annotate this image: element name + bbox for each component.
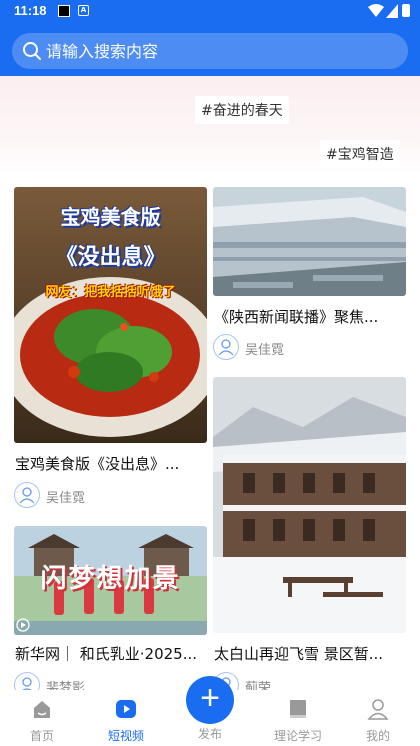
wifi-icon — [368, 4, 384, 17]
app-notification-icon: A — [78, 5, 89, 16]
topic-tag[interactable]: #宝鸡智造 — [320, 140, 400, 168]
video-card[interactable]: 宝鸡美食版 《没出息》 网友：把我括括听饿了 宝鸡美食版《没出息》... 吴佳霓 — [14, 187, 207, 517]
card-title: 新华网｜ 和氏乳业·2025... — [15, 645, 198, 663]
book-icon — [290, 700, 306, 718]
video-card[interactable]: 太白山再迎飞雪 景区暂... 蓟荣 — [213, 377, 406, 698]
overlay-title: 宝鸡美食版 — [60, 205, 161, 229]
signal-icon — [386, 4, 398, 18]
publish-button[interactable]: + — [186, 676, 234, 724]
avatar-icon — [14, 482, 40, 508]
overlay-text: 闪梦想加景 — [40, 564, 181, 594]
status-bar: 11:18 A — [0, 0, 420, 24]
nav-item-video[interactable]: 短视频 — [91, 698, 161, 744]
plus-icon: + — [200, 679, 220, 717]
video-card[interactable]: 《陕西新闻联播》聚焦... 吴佳霓 — [213, 187, 406, 367]
overlay-caption: 网友：把我括括听饿了 — [45, 285, 176, 300]
card-title: 《陕西新闻联播》聚焦... — [214, 308, 379, 326]
card-title: 太白山再迎飞雪 景区暂... — [214, 645, 384, 663]
search-input[interactable] — [46, 33, 396, 69]
nav-label: 短视频 — [107, 729, 144, 743]
overlay-subtitle: 《没出息》 — [55, 245, 166, 270]
dancers-image: 闪梦想加景 — [14, 526, 207, 635]
home-icon — [34, 701, 50, 718]
user-icon — [367, 699, 389, 720]
nav-label: 我的 — [365, 729, 390, 743]
factory-aerial-image — [213, 187, 406, 296]
publish-label: 发布 — [197, 727, 222, 741]
author-name: 吴佳霓 — [245, 343, 285, 358]
snow-building-image — [213, 377, 406, 633]
topic-banner: #奋进的春天 #宝鸡智造 — [0, 76, 420, 180]
notification-icon — [58, 5, 70, 17]
nav-item-study[interactable]: 理论学习 — [263, 698, 333, 744]
food-bowl-image: 宝鸡美食版 《没出息》 网友：把我括括听饿了 — [14, 187, 207, 443]
card-author[interactable]: 吴佳霓 — [14, 482, 134, 510]
nav-label: 首页 — [29, 729, 54, 743]
video-card[interactable]: 闪梦想加景 新华网｜ 和氏乳业·2025... 裴梦影 — [14, 526, 207, 698]
search-icon — [23, 42, 41, 60]
topic-tag[interactable]: #奋进的春天 — [195, 96, 289, 124]
status-time: 11:18 — [14, 3, 47, 18]
video-icon — [116, 700, 136, 718]
avatar-icon — [213, 334, 239, 360]
app-header: 11:18 A — [0, 0, 420, 76]
search-bar[interactable] — [12, 33, 408, 69]
nav-item-home[interactable]: 首页 — [7, 698, 77, 744]
author-name: 吴佳霓 — [46, 491, 86, 506]
nav-item-mine[interactable]: 我的 — [343, 698, 413, 744]
card-author[interactable]: 吴佳霓 — [213, 334, 333, 362]
battery-icon — [402, 4, 410, 17]
card-title: 宝鸡美食版《没出息》... — [15, 455, 180, 473]
nav-label: 理论学习 — [273, 729, 322, 743]
